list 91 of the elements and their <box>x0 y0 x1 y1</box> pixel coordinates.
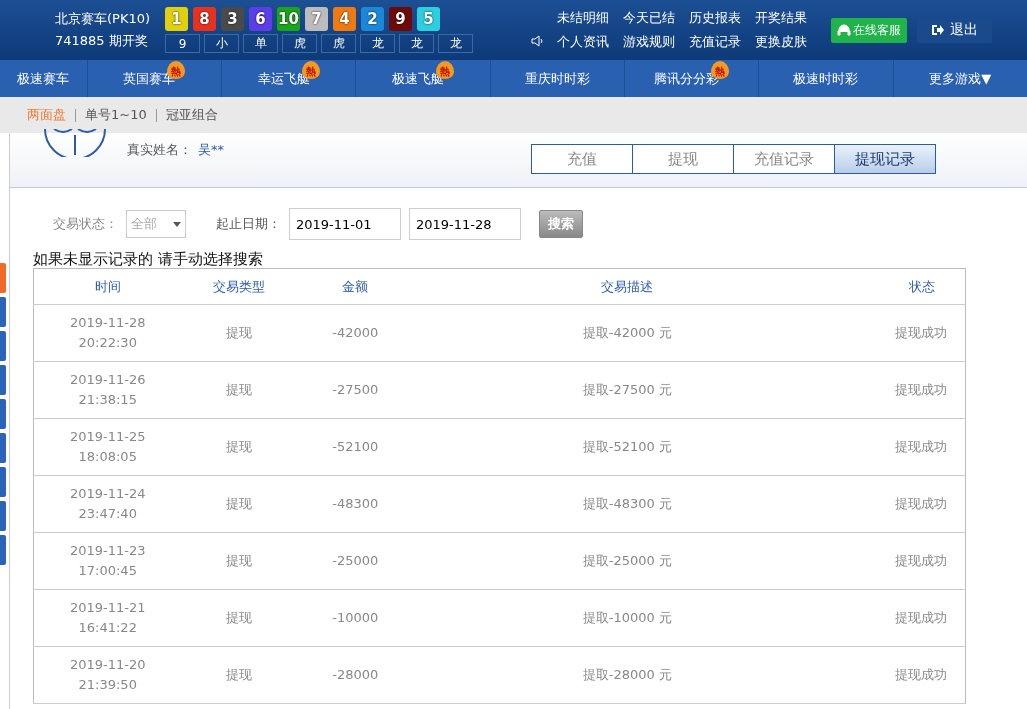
table-cell: 2019-11-21 16:41:22 <box>33 589 181 647</box>
result-cell: 9 <box>165 34 200 53</box>
table-cell: 提取-25000 元 <box>413 532 841 590</box>
side-tab[interactable] <box>0 297 6 327</box>
play-type-tab[interactable]: 冠亚组合 <box>165 106 218 124</box>
hint-text: 如果未显示记录的 请手动选择搜索 <box>33 250 264 268</box>
table-cell: -25000 <box>296 532 414 590</box>
table-cell: 提现成功 <box>840 475 966 533</box>
column-header: 交易类型 <box>180 268 297 305</box>
table-cell: 提现成功 <box>840 532 966 590</box>
table-cell: 2019-11-28 20:22:30 <box>33 304 181 362</box>
header-link[interactable]: 游戏规则 <box>623 33 675 51</box>
table-cell: -48300 <box>296 475 414 533</box>
caret-icon: ▼ <box>981 71 992 86</box>
table-cell: 提取-52100 元 <box>413 418 841 476</box>
play-type-tab[interactable]: 单号1~10 <box>85 106 147 124</box>
header-link[interactable]: 个人资讯 <box>557 33 609 51</box>
result-cell: 龙 <box>399 34 434 53</box>
header-link[interactable]: 历史报表 <box>689 9 741 27</box>
exit-icon <box>931 24 944 36</box>
side-tab[interactable] <box>0 501 6 531</box>
nav-label: 重庆时时彩 <box>524 69 590 88</box>
real-name-label: 真实姓名： <box>127 141 192 157</box>
end-date-field[interactable]: 2019-11-28 <box>409 208 521 240</box>
nav-label: 更多游戏 <box>929 69 982 88</box>
side-tab[interactable] <box>0 399 6 429</box>
nav-label: 极速时时彩 <box>793 69 859 88</box>
date-label: 起止日期： <box>216 215 281 233</box>
table-cell: 提取-48300 元 <box>413 475 841 533</box>
avatar-icon <box>42 129 108 157</box>
table-cell: 提取-28000 元 <box>413 646 841 704</box>
record-tab[interactable]: 充值记录 <box>733 144 835 174</box>
column-header: 金额 <box>296 268 414 305</box>
header-link[interactable]: 开奖结果 <box>755 9 807 27</box>
table-cell: -42000 <box>296 304 414 362</box>
nav-label: 极速赛车 <box>17 69 70 88</box>
result-cell: 小 <box>204 34 239 53</box>
table-cell: 提现 <box>180 304 297 362</box>
period-number: 741885 期开奖 <box>55 33 149 49</box>
table-cell: -28000 <box>296 646 414 704</box>
table-cell: 提取-42000 元 <box>413 304 841 362</box>
table-cell: 提现成功 <box>840 646 966 704</box>
table-cell: -27500 <box>296 361 414 419</box>
game-title: 北京赛车(PK10) <box>55 11 152 27</box>
table-cell: -52100 <box>296 418 414 476</box>
table-cell: 提现 <box>180 646 297 704</box>
table-cell: 提现 <box>180 475 297 533</box>
side-tab[interactable] <box>0 365 6 395</box>
table-cell: 2019-11-23 17:00:45 <box>33 532 181 590</box>
record-tab[interactable]: 提现 <box>632 144 734 174</box>
header-link[interactable]: 充值记录 <box>689 33 741 51</box>
result-cell: 虎 <box>282 34 317 53</box>
header-link[interactable]: 更换皮肤 <box>755 33 807 51</box>
table-cell: 提现 <box>180 589 297 647</box>
table-cell: 2019-11-20 21:39:50 <box>33 646 181 704</box>
table-cell: 2019-11-26 21:38:15 <box>33 361 181 419</box>
start-date-field[interactable]: 2019-11-01 <box>289 208 401 240</box>
side-tab[interactable] <box>0 263 6 293</box>
side-tab[interactable] <box>0 433 6 463</box>
result-cell: 虎 <box>321 34 356 53</box>
table-cell: 2019-11-25 18:08:05 <box>33 418 181 476</box>
status-label: 交易状态： <box>53 215 118 233</box>
result-cell: 单 <box>243 34 278 53</box>
column-header: 状态 <box>840 268 966 305</box>
game-nav-item[interactable]: 更多游戏▼ <box>893 60 1027 97</box>
table-cell: 提取-27500 元 <box>413 361 841 419</box>
column-header: 交易描述 <box>413 268 841 305</box>
table-cell: 提取-10000 元 <box>413 589 841 647</box>
result-cell: 龙 <box>360 34 395 53</box>
record-tab[interactable]: 提现记录 <box>834 144 936 174</box>
caret-icon <box>173 221 181 227</box>
table-cell: 提现 <box>180 532 297 590</box>
record-tab[interactable]: 充值 <box>531 144 633 174</box>
result-cell: 龙 <box>438 34 473 53</box>
headset-icon <box>837 23 851 37</box>
table-cell: -10000 <box>296 589 414 647</box>
table-cell: 提现 <box>180 361 297 419</box>
table-cell: 提现 <box>180 418 297 476</box>
header-link[interactable]: 未结明细 <box>557 9 609 27</box>
table-cell: 提现成功 <box>840 589 966 647</box>
column-header: 时间 <box>33 268 181 305</box>
side-tab[interactable] <box>0 467 6 497</box>
real-name-value: 吴** <box>198 141 224 157</box>
side-tab[interactable] <box>0 331 6 361</box>
table-cell: 提现成功 <box>840 304 966 362</box>
table-cell: 提现成功 <box>840 418 966 476</box>
table-cell: 提现成功 <box>840 361 966 419</box>
side-tab[interactable] <box>0 535 6 565</box>
speaker-icon[interactable] <box>531 34 545 48</box>
header-link[interactable]: 今天已结 <box>623 9 675 27</box>
table-cell: 2019-11-24 23:47:40 <box>33 475 181 533</box>
